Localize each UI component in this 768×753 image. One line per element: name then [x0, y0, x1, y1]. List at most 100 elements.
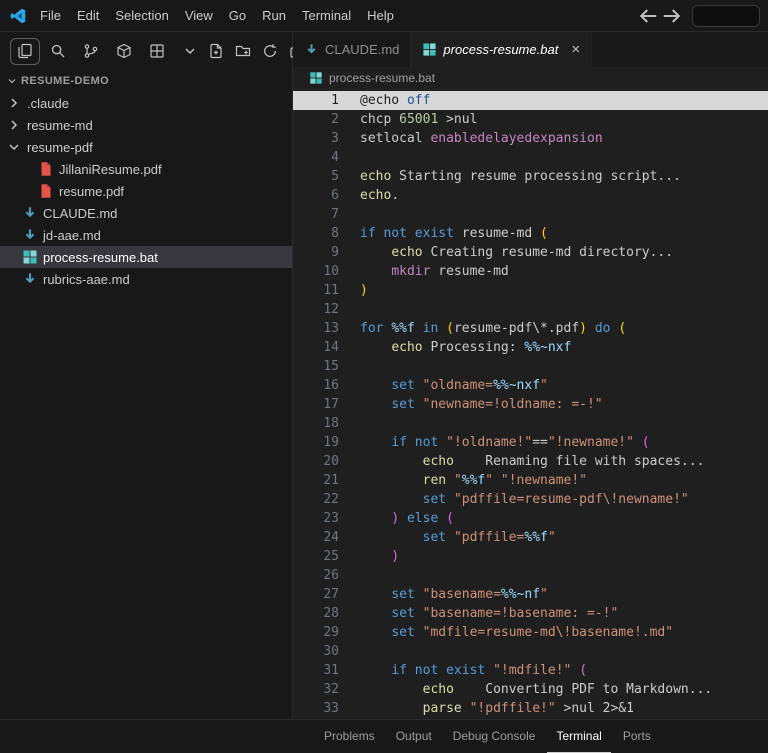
command-center[interactable]	[692, 4, 760, 27]
activity-source-control[interactable]	[76, 38, 106, 65]
line-number[interactable]: 7	[293, 205, 339, 224]
code-line-23[interactable]: 23 ) else (	[293, 509, 768, 528]
code-line-14[interactable]: 14 echo Processing: %%~nxf	[293, 338, 768, 357]
code-line-2[interactable]: 2 chcp 65001 >nul	[293, 110, 768, 129]
code-line-32[interactable]: 32 echo Converting PDF to Markdown...	[293, 680, 768, 699]
line-number[interactable]: 30	[293, 642, 339, 661]
new-file-button[interactable]	[205, 40, 227, 62]
code-line-3[interactable]: 3 setlocal enabledelayedexpansion	[293, 129, 768, 148]
code-line-29[interactable]: 29 set "mdfile=resume-md\!basename!.md"	[293, 623, 768, 642]
code-editor[interactable]: 1 @echo off 2 chcp 65001 >nul 3 setlocal enab…	[293, 89, 768, 719]
code-line-10[interactable]: 10 mkdir resume-md	[293, 262, 768, 281]
line-number[interactable]: 27	[293, 585, 339, 604]
explorer-section-header[interactable]: RESUME-DEMO	[0, 70, 292, 92]
back-icon[interactable]	[636, 4, 660, 28]
code-line-20[interactable]: 20 echo Renaming file with spaces...	[293, 452, 768, 471]
line-number[interactable]: 24	[293, 528, 339, 547]
code-line-8[interactable]: 8 if not exist resume-md (	[293, 224, 768, 243]
line-number[interactable]: 20	[293, 452, 339, 471]
code-line-27[interactable]: 27 set "basename=%%~nf"	[293, 585, 768, 604]
line-number[interactable]: 13	[293, 319, 339, 338]
code-line-7[interactable]: 7	[293, 205, 768, 224]
code-line-9[interactable]: 9 echo Creating resume-md directory...	[293, 243, 768, 262]
line-number[interactable]: 25	[293, 547, 339, 566]
code-line-5[interactable]: 5 echo Starting resume processing script.…	[293, 167, 768, 186]
code-line-19[interactable]: 19 if not "!oldname!"=="!newname!" (	[293, 433, 768, 452]
panel-tab-output[interactable]: Output	[387, 720, 441, 753]
tree-item-resume-pdf[interactable]: resume-pdf	[0, 136, 292, 158]
code-line-17[interactable]: 17 set "newname=!oldname: =-!"	[293, 395, 768, 414]
code-line-30[interactable]: 30	[293, 642, 768, 661]
line-number[interactable]: 2	[293, 110, 339, 129]
code-line-33[interactable]: 33 parse "!pdffile!" >nul 2>&1	[293, 699, 768, 718]
line-number[interactable]: 8	[293, 224, 339, 243]
line-number[interactable]: 1	[293, 91, 339, 110]
code-line-18[interactable]: 18	[293, 414, 768, 433]
activity-search[interactable]	[43, 38, 73, 65]
code-line-12[interactable]: 12	[293, 300, 768, 319]
panel-tab-problems[interactable]: Problems	[315, 720, 384, 753]
line-number[interactable]: 10	[293, 262, 339, 281]
forward-icon[interactable]	[660, 4, 684, 28]
line-number[interactable]: 12	[293, 300, 339, 319]
line-number[interactable]: 4	[293, 148, 339, 167]
line-number[interactable]: 16	[293, 376, 339, 395]
line-number[interactable]: 31	[293, 661, 339, 680]
code-line-13[interactable]: 13 for %%f in (resume-pdf\*.pdf) do (	[293, 319, 768, 338]
code-line-22[interactable]: 22 set "pdffile=resume-pdf\!newname!"	[293, 490, 768, 509]
line-number[interactable]: 32	[293, 680, 339, 699]
line-number[interactable]: 28	[293, 604, 339, 623]
code-line-24[interactable]: 24 set "pdffile=%%f"	[293, 528, 768, 547]
panel-tab-debug-console[interactable]: Debug Console	[444, 720, 545, 753]
line-number[interactable]: 9	[293, 243, 339, 262]
code-line-6[interactable]: 6 echo.	[293, 186, 768, 205]
line-number[interactable]: 26	[293, 566, 339, 585]
line-number[interactable]: 18	[293, 414, 339, 433]
line-number[interactable]: 22	[293, 490, 339, 509]
line-number[interactable]: 6	[293, 186, 339, 205]
line-number[interactable]: 19	[293, 433, 339, 452]
tree-item-.claude[interactable]: .claude	[0, 92, 292, 114]
panel-tab-ports[interactable]: Ports	[614, 720, 660, 753]
code-line-15[interactable]: 15	[293, 357, 768, 376]
menu-edit[interactable]: Edit	[69, 5, 107, 26]
line-number[interactable]: 23	[293, 509, 339, 528]
tree-item-resume.pdf[interactable]: resume.pdf	[0, 180, 292, 202]
line-number[interactable]: 17	[293, 395, 339, 414]
line-number[interactable]: 11	[293, 281, 339, 300]
tree-item-jd-aae.md[interactable]: jd-aae.md	[0, 224, 292, 246]
line-number[interactable]: 3	[293, 129, 339, 148]
menu-go[interactable]: Go	[221, 5, 254, 26]
line-number[interactable]: 15	[293, 357, 339, 376]
code-line-25[interactable]: 25 )	[293, 547, 768, 566]
close-icon[interactable]: ×	[571, 42, 580, 57]
panel-tab-terminal[interactable]: Terminal	[547, 720, 611, 753]
refresh-button[interactable]	[259, 40, 281, 62]
tree-item-rubrics-aae.md[interactable]: rubrics-aae.md	[0, 268, 292, 290]
line-number[interactable]: 33	[293, 699, 339, 718]
activity-chevron-down[interactable]	[175, 38, 205, 65]
menu-file[interactable]: File	[32, 5, 69, 26]
code-line-1[interactable]: 1 @echo off	[293, 91, 768, 110]
line-number[interactable]: 14	[293, 338, 339, 357]
activity-extensions[interactable]	[109, 38, 139, 65]
menu-view[interactable]: View	[177, 5, 221, 26]
line-number[interactable]: 21	[293, 471, 339, 490]
line-number[interactable]: 5	[293, 167, 339, 186]
activity-remote-grid[interactable]	[142, 38, 172, 65]
code-line-11[interactable]: 11)	[293, 281, 768, 300]
tab-CLAUDE.md[interactable]: CLAUDE.md	[293, 32, 412, 67]
menu-terminal[interactable]: Terminal	[294, 5, 359, 26]
tree-item-JillaniResume.pdf[interactable]: JillaniResume.pdf	[0, 158, 292, 180]
tree-item-process-resume.bat[interactable]: process-resume.bat	[0, 246, 292, 268]
activity-explorer[interactable]	[10, 37, 40, 65]
tree-item-resume-md[interactable]: resume-md	[0, 114, 292, 136]
line-number[interactable]: 29	[293, 623, 339, 642]
tree-item-CLAUDE.md[interactable]: CLAUDE.md	[0, 202, 292, 224]
code-line-4[interactable]: 4	[293, 148, 768, 167]
breadcrumb[interactable]: process-resume.bat	[293, 67, 768, 89]
menu-help[interactable]: Help	[359, 5, 402, 26]
code-line-21[interactable]: 21 ren "%%f" "!newname!"	[293, 471, 768, 490]
menu-run[interactable]: Run	[254, 5, 294, 26]
code-line-28[interactable]: 28 set "basename=!basename: =-!"	[293, 604, 768, 623]
